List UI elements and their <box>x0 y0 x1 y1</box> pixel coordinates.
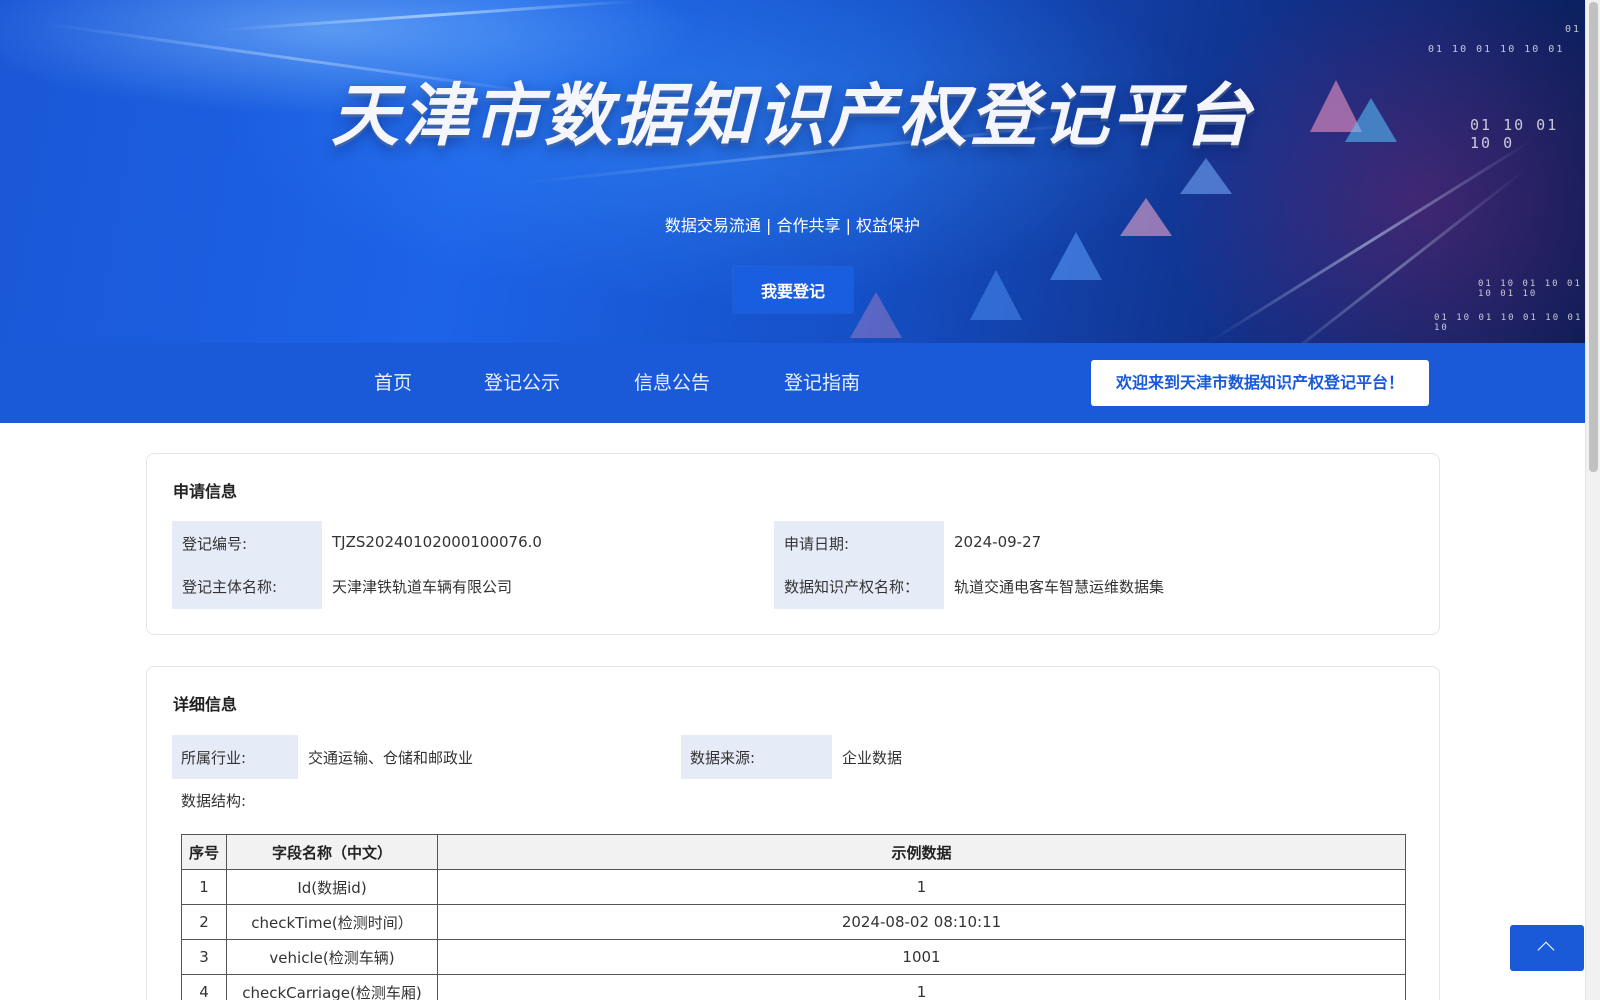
decor-triangle <box>850 292 902 338</box>
table-cell: 3 <box>181 939 227 975</box>
binary-decor: 01 10 01 10 10 01 <box>1428 44 1565 55</box>
hero-banner: 01 10 01 10 10 01 01 10 01 10 0 01 10 01… <box>0 0 1585 343</box>
reg-no-label: 登记编号: <box>182 535 248 553</box>
binary-decor: 01 10 01 10 01 10 01 10 <box>1478 279 1582 299</box>
application-info-card: 申请信息 登记编号: TJZS20240102000100076.0 登记主体名… <box>146 453 1440 635</box>
table-cell: 2 <box>181 904 227 940</box>
subject-label: 登记主体名称: <box>182 578 278 596</box>
nav-item-announcements[interactable]: 信息公告 <box>634 368 710 395</box>
table-cell: vehicle(检测车辆) <box>226 939 438 975</box>
nav-item-registration-publicity[interactable]: 登记公示 <box>484 368 560 395</box>
table-cell: 1 <box>437 974 1406 1000</box>
industry-value: 交通运输、仓储和邮政业 <box>308 749 474 767</box>
binary-decor: 01 10 01 10 01 10 01 10 <box>1434 313 1583 333</box>
section-title: 申请信息 <box>173 482 238 501</box>
table-cell: 1001 <box>437 939 1406 975</box>
hero-title: 天津市数据知识产权登记平台 <box>330 77 1254 156</box>
ip-name-label: 数据知识产权名称： <box>784 578 920 596</box>
structure-label: 数据结构: <box>181 792 247 810</box>
table-header-row: 序号 字段名称（中文） 示例数据 <box>181 834 1406 870</box>
table-row: 1 Id(数据id) 1 <box>181 869 1406 905</box>
decor-triangle <box>1180 158 1232 194</box>
column-header: 字段名称（中文） <box>226 834 438 870</box>
welcome-banner-button[interactable]: 欢迎来到天津市数据知识产权登记平台！ <box>1091 360 1429 406</box>
chevron-up-icon <box>1537 941 1555 959</box>
table-row: 4 checkCarriage(检测车厢) 1 <box>181 974 1406 1000</box>
decor-triangle <box>1050 232 1102 280</box>
table-cell: 4 <box>181 974 227 1000</box>
table-cell: Id(数据id) <box>226 869 438 905</box>
detail-info-card: 详细信息 所属行业: 交通运输、仓储和邮政业 数据来源: 企业数据 数据结构: … <box>146 666 1440 1000</box>
nav-item-home[interactable]: 首页 <box>374 368 412 395</box>
table-cell: 2024-08-02 08:10:11 <box>437 904 1406 940</box>
table-row: 2 checkTime(检测时间） 2024-08-02 08:10:11 <box>181 904 1406 940</box>
apply-date-value: 2024-09-27 <box>954 533 1042 551</box>
decor-triangle <box>970 270 1022 320</box>
source-label: 数据来源: <box>690 749 756 767</box>
table-cell: 1 <box>181 869 227 905</box>
nav-item-registration-guide[interactable]: 登记指南 <box>784 368 860 395</box>
register-button[interactable]: 我要登记 <box>733 267 853 313</box>
section-title: 详细信息 <box>173 695 238 714</box>
light-streak <box>220 0 640 32</box>
column-header: 序号 <box>181 834 227 870</box>
binary-decor: 01 <box>1565 24 1582 35</box>
table-cell: checkCarriage(检测车厢) <box>226 974 438 1000</box>
industry-label: 所属行业: <box>181 749 247 767</box>
table-row: 3 vehicle(检测车辆) 1001 <box>181 939 1406 975</box>
table-cell: checkTime(检测时间） <box>226 904 438 940</box>
column-header: 示例数据 <box>437 834 1406 870</box>
subject-value: 天津津铁轨道车辆有限公司 <box>332 578 513 596</box>
data-structure-table: 序号 字段名称（中文） 示例数据 1 Id(数据id) 1 2 checkTim… <box>181 834 1406 1000</box>
apply-date-label: 申请日期: <box>784 535 850 553</box>
main-nav: 首页 登记公示 信息公告 登记指南 欢迎来到天津市数据知识产权登记平台！ <box>0 343 1585 423</box>
ip-name-value: 轨道交通电客车智慧运维数据集 <box>954 578 1165 596</box>
source-value: 企业数据 <box>842 749 903 767</box>
scrollbar-thumb[interactable] <box>1589 2 1598 472</box>
back-to-top-button[interactable] <box>1510 925 1584 971</box>
page-scrollbar[interactable] <box>1585 0 1600 1000</box>
hero-subtitle: 数据交易流通 | 合作共享 | 权益保护 <box>664 216 921 235</box>
table-cell: 1 <box>437 869 1406 905</box>
reg-no-value: TJZS20240102000100076.0 <box>332 533 542 551</box>
